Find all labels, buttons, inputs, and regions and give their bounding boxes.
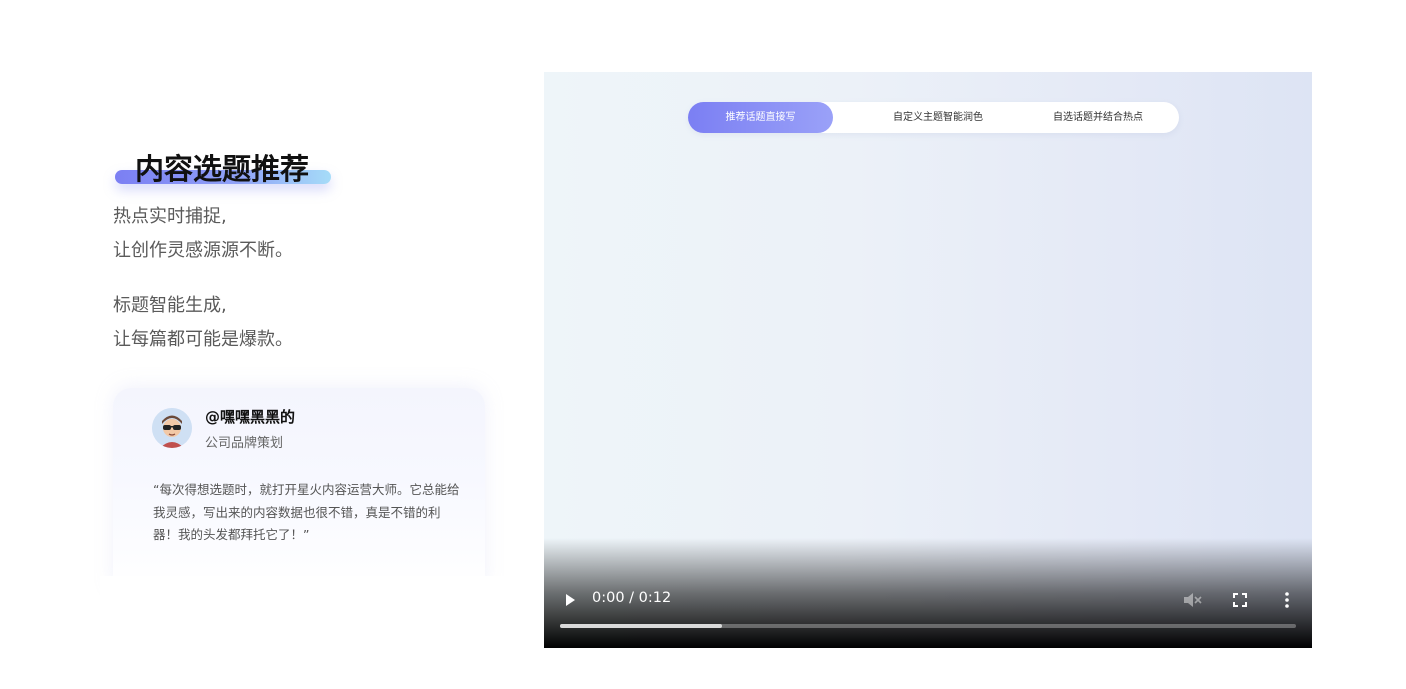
testimonial-role: 公司品牌策划 [205, 436, 284, 451]
avatar-glasses-icon [152, 408, 192, 448]
tab-recommended-topic[interactable]: 推荐话题直接写 [688, 102, 833, 133]
section-title-block: 内容选题推荐 [115, 146, 335, 190]
tab-custom-theme[interactable]: 自定义主题智能润色 [858, 102, 1018, 133]
description-line: 热点实时捕捉, [113, 206, 227, 227]
description-title-gen: 标题智能生成, 让每篇都可能是爆款。 [113, 289, 293, 357]
description-line: 让每篇都可能是爆款。 [113, 329, 293, 350]
progress-buffered [560, 624, 722, 628]
video-player[interactable]: 推荐话题直接写 自定义主题智能润色 自选话题并结合热点 0:00 / 0:12 [544, 72, 1312, 648]
card-bottom-mask [100, 576, 520, 616]
tab-topic-hotspot[interactable]: 自选话题并结合热点 [1018, 102, 1178, 133]
section-title: 内容选题推荐 [135, 152, 310, 186]
time-display: 0:00 / 0:12 [592, 590, 672, 606]
description-hotspot: 热点实时捕捉, 让创作灵感源源不断。 [113, 200, 293, 268]
progress-bar[interactable] [560, 624, 1296, 628]
description-line: 标题智能生成, [113, 295, 227, 316]
video-tab-bar: 推荐话题直接写 自定义主题智能润色 自选话题并结合热点 [688, 102, 1179, 133]
more-options-icon[interactable] [1280, 591, 1294, 609]
muted-volume-icon[interactable] [1182, 591, 1202, 609]
testimonial-quote: “每次得想选题时，就打开星火内容运营大师。它总能给我灵感，写出来的内容数据也很不… [153, 482, 460, 542]
fullscreen-icon[interactable] [1232, 592, 1248, 608]
testimonial-username: @嘿嘿黑黑的 [205, 408, 296, 426]
description-line: 让创作灵感源源不断。 [113, 240, 293, 261]
testimonial-card: @嘿嘿黑黑的 公司品牌策划 “每次得想选题时，就打开星火内容运营大师。它总能给我… [113, 388, 485, 588]
play-icon[interactable] [562, 592, 578, 608]
